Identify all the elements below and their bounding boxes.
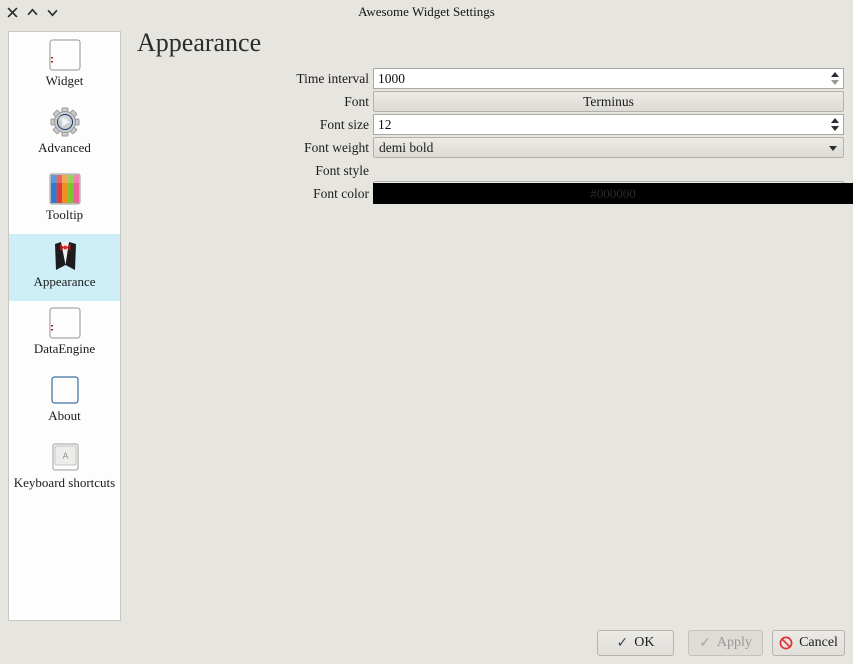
sidebar-item-label: About: [48, 409, 81, 423]
titlebar: Awesome Widget Settings: [0, 0, 853, 24]
keyboard-key-icon: [49, 441, 81, 473]
cancel-button[interactable]: Cancel: [772, 630, 845, 656]
time-interval-spinbox[interactable]: [373, 68, 844, 89]
check-icon: ✓: [617, 635, 629, 651]
font-style-label: Font style: [137, 160, 369, 181]
sidebar-item-label: Keyboard shortcuts: [14, 476, 115, 490]
info-icon: [49, 374, 81, 406]
ok-button-label: OK: [634, 635, 654, 651]
ok-button[interactable]: ✓ OK: [597, 630, 674, 656]
font-label: Font: [137, 91, 369, 112]
check-icon: ✓: [699, 635, 711, 651]
category-sidebar: Widget Advanced Tooltip Appearance DataE…: [8, 31, 121, 621]
sidebar-item-label: DataEngine: [34, 342, 95, 356]
font-size-input[interactable]: [374, 115, 827, 134]
sidebar-item-label: Advanced: [38, 141, 91, 155]
font-size-spinbox[interactable]: [373, 114, 844, 135]
sidebar-item-about[interactable]: About: [9, 368, 120, 435]
window-title: Awesome Widget Settings: [0, 0, 853, 24]
sidebar-item-appearance[interactable]: Appearance: [9, 234, 120, 301]
sidebar-item-keyboard-shortcuts[interactable]: Keyboard shortcuts: [9, 435, 120, 502]
page-title: Appearance: [137, 28, 261, 58]
font-weight-value: demi bold: [379, 140, 433, 156]
sidebar-item-dataengine[interactable]: DataEngine: [9, 301, 120, 368]
apply-button[interactable]: ✓ Apply: [688, 630, 763, 656]
spinner-arrows: [827, 115, 843, 134]
cancel-prohibition-icon: [779, 636, 793, 650]
sidebar-item-widget[interactable]: Widget: [9, 33, 120, 100]
dropdown-arrow-icon: [829, 146, 837, 151]
sidebar-item-tooltip[interactable]: Tooltip: [9, 167, 120, 234]
time-interval-input[interactable]: [374, 69, 827, 88]
apply-button-label: Apply: [717, 635, 752, 651]
awesome-widget-settings-window: Awesome Widget Settings Widget Advanced …: [0, 0, 853, 664]
color-stripes-icon: [49, 173, 81, 205]
sidebar-item-label: Widget: [46, 74, 84, 88]
spin-up-icon[interactable]: [831, 118, 839, 123]
sidebar-item-advanced[interactable]: Advanced: [9, 100, 120, 167]
font-color-button[interactable]: #000000: [373, 183, 853, 204]
tuxedo-icon: [49, 240, 81, 272]
gear-play-icon: [49, 106, 81, 138]
spin-down-icon[interactable]: [831, 126, 839, 131]
cancel-button-label: Cancel: [799, 635, 838, 651]
sidebar-item-label: Tooltip: [46, 208, 83, 222]
spin-up-icon[interactable]: [831, 72, 839, 77]
font-color-label: Font color: [137, 183, 369, 204]
spin-down-icon[interactable]: [831, 80, 839, 85]
font-select-button[interactable]: Terminus: [373, 91, 844, 112]
area-chart-icon: [49, 39, 81, 71]
font-weight-label: Font weight: [137, 137, 369, 158]
time-interval-label: Time interval: [137, 68, 369, 89]
font-weight-dropdown[interactable]: demi bold: [373, 137, 844, 158]
sidebar-item-label: Appearance: [33, 275, 95, 289]
area-chart-icon: [49, 307, 81, 339]
font-size-label: Font size: [137, 114, 369, 135]
spinner-arrows: [827, 69, 843, 88]
